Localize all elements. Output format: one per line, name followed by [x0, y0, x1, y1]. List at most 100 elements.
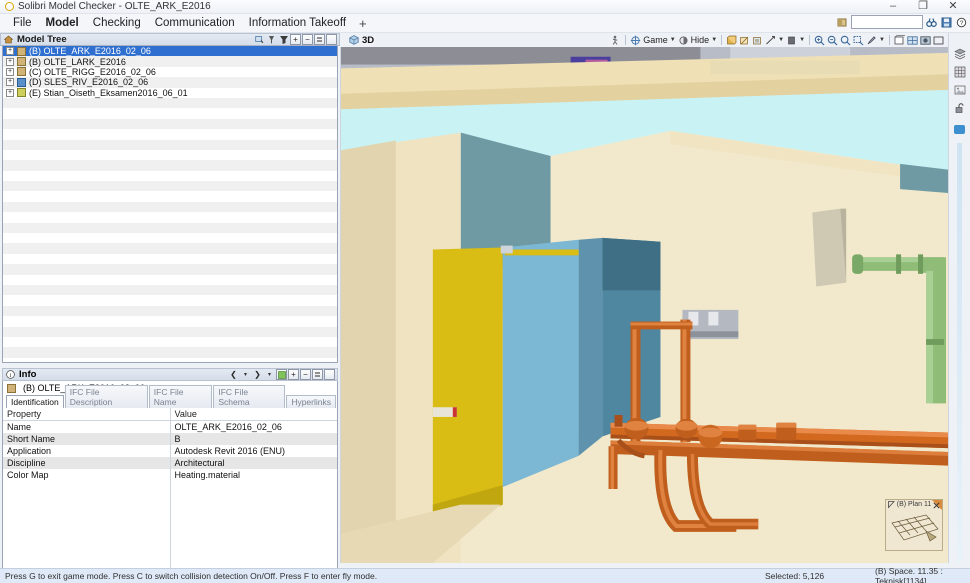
pin-icon[interactable] — [888, 501, 896, 509]
game-mode-control[interactable]: Game ▼ — [630, 35, 676, 46]
viewport-3d-scene — [341, 47, 948, 563]
section-box-icon[interactable] — [726, 35, 737, 46]
menu-item-communication[interactable]: Communication — [148, 15, 242, 31]
menu-item-model[interactable]: Model — [39, 15, 86, 31]
tab-hyperlinks[interactable]: Hyperlinks — [286, 395, 336, 408]
info-panel-title: Info — [19, 369, 37, 380]
close-button[interactable]: ✕ — [938, 0, 968, 14]
float-panel-icon[interactable] — [326, 34, 337, 45]
clip-plane-icon[interactable] — [739, 35, 750, 46]
refresh-icon[interactable] — [276, 369, 287, 380]
tab-ifc-file-name[interactable]: IFC File Name — [148, 385, 213, 408]
expand-all-icon[interactable]: + — [290, 34, 301, 45]
presentation-tab[interactable] — [954, 125, 965, 134]
back-icon[interactable]: ❮ — [228, 369, 239, 380]
left-column: Model Tree + − ≣ + (B) OLTE_ARK_E2016_02… — [0, 33, 340, 583]
tree-row[interactable]: + (C) OLTE_RIGG_E2016_02_06 — [3, 67, 337, 77]
filter-icon[interactable] — [266, 34, 277, 45]
property-value-cell: Autodesk Revit 2016 (ENU) — [169, 445, 337, 457]
collapse-all-icon[interactable]: − — [302, 34, 313, 45]
float-panel-icon[interactable] — [324, 369, 335, 380]
paint-icon[interactable] — [786, 35, 797, 46]
forward-icon[interactable]: ❯ — [252, 369, 263, 380]
tab-3d[interactable]: 3D — [344, 34, 378, 47]
unlock-icon[interactable] — [953, 101, 967, 114]
menu-item-file[interactable]: File — [6, 15, 39, 31]
camera-icon[interactable] — [920, 35, 931, 46]
walk-icon[interactable] — [610, 35, 621, 46]
tab-ifc-file-description[interactable]: IFC File Description — [64, 385, 148, 408]
save-icon[interactable] — [940, 16, 953, 29]
tree-row-label: (D) SLES_RIV_E2016_02_06 — [29, 77, 149, 88]
image-icon[interactable] — [953, 83, 967, 96]
minimize-button[interactable]: – — [878, 0, 908, 14]
measure-icon[interactable] — [765, 35, 776, 46]
search-input[interactable] — [851, 15, 923, 29]
select-mode-icon[interactable] — [254, 34, 265, 45]
zoom-in-icon[interactable] — [814, 35, 825, 46]
pick-icon[interactable] — [866, 35, 877, 46]
list-view-icon[interactable]: ≣ — [314, 34, 325, 45]
table-row[interactable]: Short Name B — [3, 433, 337, 445]
paint-dropdown-icon[interactable]: ▼ — [799, 37, 805, 43]
float-panel-icon[interactable] — [933, 35, 944, 46]
close-icon[interactable] — [933, 502, 940, 509]
property-name-cell: Name — [7, 422, 32, 432]
tree-empty-row — [3, 275, 337, 285]
table-row[interactable]: Discipline Architectural — [3, 457, 337, 469]
pick-dropdown-icon[interactable]: ▼ — [879, 37, 885, 43]
tree-row[interactable]: + (D) SLES_RIV_E2016_02_06 — [3, 77, 337, 88]
table-row[interactable]: Application Autodesk Revit 2016 (ENU) — [3, 445, 337, 457]
expander-icon[interactable]: + — [6, 78, 14, 87]
status-space-info: (B) Space. 11.35 : Teknisk[1134] — [875, 566, 943, 583]
collapse-all-icon[interactable]: − — [300, 369, 311, 380]
view-layout-icon[interactable] — [894, 34, 905, 46]
grid-view-icon[interactable] — [907, 35, 918, 46]
tab-ifc-file-schema[interactable]: IFC File Schema — [213, 385, 286, 408]
table-row[interactable]: Color Map Heating.material — [3, 469, 337, 481]
layers-icon[interactable] — [953, 47, 967, 60]
minimap-plan[interactable]: (B) Plan 11 — [885, 499, 943, 551]
expander-icon[interactable]: + — [6, 88, 14, 97]
viewport-toolbar: Game ▼ Hide ▼ ▼ ▼ ▼ — [610, 34, 948, 46]
highlight-icon[interactable] — [278, 34, 289, 45]
hide-control[interactable]: Hide ▼ — [678, 35, 717, 46]
viewport-3d[interactable]: (B) Plan 11 — [340, 47, 948, 563]
measure-dropdown-icon[interactable]: ▼ — [778, 37, 784, 43]
menu-item-checking[interactable]: Checking — [86, 15, 148, 31]
binoculars-icon[interactable] — [925, 16, 938, 29]
add-tab-button[interactable]: + — [353, 14, 373, 33]
tree-empty-row — [3, 129, 337, 139]
forward-dropdown-icon[interactable]: ▾ — [264, 369, 275, 380]
model-tree-list[interactable]: + (B) OLTE_ARK_E2016_02_06 + (B) OLTE_LA… — [2, 46, 338, 363]
zoom-out-icon[interactable] — [827, 35, 838, 46]
tree-empty-row — [3, 254, 337, 264]
expander-icon[interactable]: + — [6, 57, 14, 66]
tab-identification[interactable]: Identification — [6, 395, 64, 408]
property-name-cell: Application — [7, 446, 52, 456]
tree-row[interactable]: + (E) Stian_Oiseth_Eksamen2016_06_01 — [3, 88, 337, 98]
maximize-button[interactable]: ❐ — [908, 0, 938, 14]
title-bar: Solibri Model Checker - OLTE_ARK_E2016 –… — [0, 0, 970, 14]
grid-icon[interactable] — [953, 65, 967, 78]
model-node-icon — [17, 77, 26, 87]
chevron-down-icon: ▼ — [669, 37, 676, 43]
expander-icon[interactable]: + — [6, 47, 14, 56]
tree-row[interactable]: + (B) OLTE_LARK_E2016 — [3, 56, 337, 67]
tree-row-label: (E) Stian_Oiseth_Eksamen2016_06_01 — [29, 87, 188, 98]
menu-item-information-takeoff[interactable]: Information Takeoff — [242, 15, 353, 31]
transparency-icon[interactable] — [752, 35, 763, 46]
expander-icon[interactable]: + — [6, 67, 14, 76]
zoom-fit-icon[interactable] — [840, 35, 851, 46]
back-dropdown-icon[interactable]: ▾ — [240, 369, 251, 380]
info-panel-header: i Info ❮ ▾ ❯ ▾ + − ≣ — [2, 368, 338, 381]
tree-row[interactable]: + (B) OLTE_ARK_E2016_02_06 — [3, 46, 337, 57]
zoom-area-icon[interactable] — [853, 35, 864, 46]
table-row[interactable]: Name OLTE_ARK_E2016_02_06 — [3, 420, 337, 433]
tree-empty-row — [3, 108, 337, 118]
list-view-icon[interactable]: ≣ — [312, 369, 323, 380]
sidebar-scroll-track[interactable] — [957, 143, 962, 563]
expand-all-icon[interactable]: + — [288, 369, 299, 380]
help-icon[interactable]: ? — [955, 16, 968, 29]
model-node-icon — [7, 383, 16, 393]
